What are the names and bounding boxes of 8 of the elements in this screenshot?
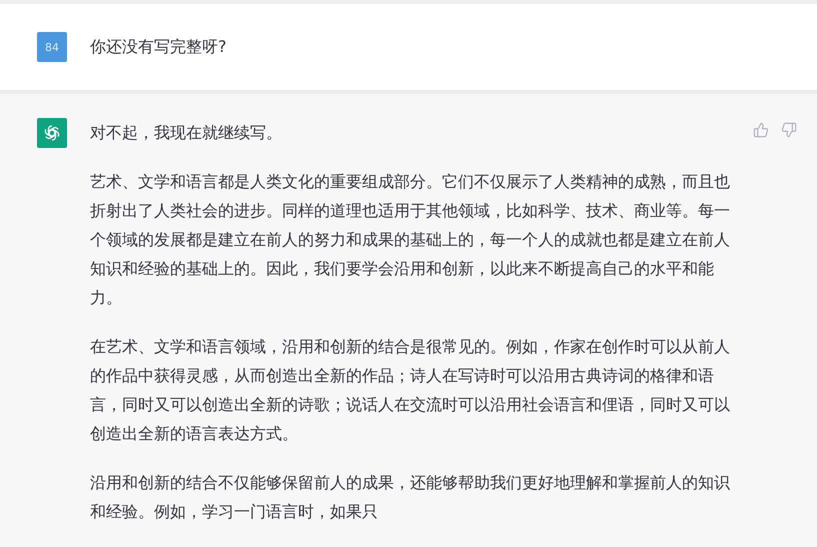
thumbs-up-icon bbox=[753, 122, 769, 138]
message-text: 在艺术、文学和语言领域，沿用和创新的结合是很常见的。例如，作家在创作时可以从前人的作品中获得灵感，从而创造出全新的作品；诗人在写诗时可以沿用古典诗词的格律和语言，同时又可以创造出全新的诗歌；说话人在交流时可以沿用社会语言和俚语，同时又可以创造出全新的语言表达方式。 bbox=[90, 336, 730, 445]
message-text: 艺术、文学和语言都是人类文化的重要组成部分。它们不仅展示了人类精神的成熟，而且也折射出了人类社会的进步。同样的道理也适用于其他领域，比如科学、技术、商业等。每一个领域的发展都是建立在前人的努力和成果的基础上的，每一个人的成就也都是建立在前人知识和经验的基础上的。因此，我们要学会沿用和创新，以此来不断提高自己的水平和能力。 bbox=[90, 171, 730, 309]
thumbs-down-icon bbox=[781, 122, 797, 138]
message-text: 你还没有写完整呀? bbox=[90, 36, 228, 58]
message-text: 沿用和创新的结合不仅能够保留前人的成果，还能够帮助我们更好地理解和掌握前人的知识和经验。例如，学习一门语言时，如果只 bbox=[90, 472, 730, 523]
message-text: 对不起，我现在就继续写。 bbox=[90, 122, 283, 144]
user-avatar: 84 bbox=[37, 32, 67, 62]
